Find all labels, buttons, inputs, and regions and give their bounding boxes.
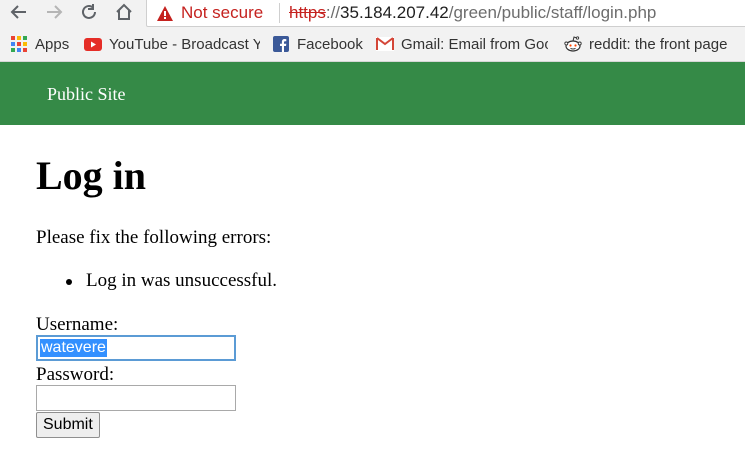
bookmark-reddit[interactable]: reddit: the front page (564, 27, 742, 61)
bookmarks-bar: Apps YouTube - Broadcast Y Facebook Gmai… (0, 27, 745, 62)
reddit-icon (564, 35, 582, 53)
password-field[interactable] (36, 385, 236, 411)
gmail-icon (376, 35, 394, 53)
bookmark-apps[interactable]: Apps (10, 27, 69, 61)
error-item: Log in was unsuccessful. (36, 269, 277, 293)
username-field[interactable]: watevere (36, 335, 236, 361)
bookmark-label: Gmail: Email from Goo (401, 35, 548, 53)
bookmark-label: YouTube - Broadcast Y (109, 35, 260, 53)
home-button[interactable] (112, 0, 136, 24)
back-button[interactable] (7, 0, 31, 24)
facebook-icon (272, 35, 290, 53)
url-scheme: https (289, 3, 326, 22)
warning-triangle-icon (157, 5, 173, 21)
reload-icon (82, 4, 96, 19)
username-value: watevere (40, 339, 107, 357)
reload-button[interactable] (77, 0, 101, 24)
bookmark-facebook[interactable]: Facebook (272, 27, 363, 61)
site-header: Public Site (0, 62, 745, 125)
username-label: Username: (36, 314, 119, 335)
back-arrow-icon (10, 5, 26, 19)
security-indicator[interactable]: Not secure (157, 3, 263, 23)
errors-list: Log in was unsuccessful. (36, 269, 277, 293)
not-secure-label: Not secure (181, 3, 264, 22)
url-text[interactable]: https://35.184.207.42/green/public/staff… (289, 3, 656, 23)
bookmark-label: Facebook (297, 35, 363, 53)
site-header-title: Public Site (47, 84, 126, 104)
submit-button[interactable]: Submit (36, 412, 100, 438)
address-bar[interactable]: Not secure https://35.184.207.42/green/p… (146, 0, 745, 27)
home-icon (116, 3, 132, 20)
browser-toolbar: Not secure https://35.184.207.42/green/p… (0, 0, 745, 27)
bookmark-label: reddit: the front page (589, 35, 728, 53)
url-path: /green/public/staff/login.php (448, 3, 657, 22)
bookmark-youtube[interactable]: YouTube - Broadcast Y (84, 27, 260, 61)
page-title: Log in (36, 153, 147, 198)
apps-grid-icon (10, 35, 28, 53)
errors-intro: Please fix the following errors: (36, 227, 272, 248)
forward-button[interactable] (42, 0, 66, 24)
forward-arrow-icon (47, 5, 63, 19)
bookmark-gmail[interactable]: Gmail: Email from Goo (376, 27, 548, 61)
url-separator: :// (325, 3, 341, 22)
address-divider (279, 3, 280, 23)
url-host: 35.184.207.42 (340, 3, 449, 22)
youtube-icon (84, 35, 102, 53)
password-label: Password: (36, 364, 115, 385)
bookmark-label: Apps (35, 35, 70, 53)
